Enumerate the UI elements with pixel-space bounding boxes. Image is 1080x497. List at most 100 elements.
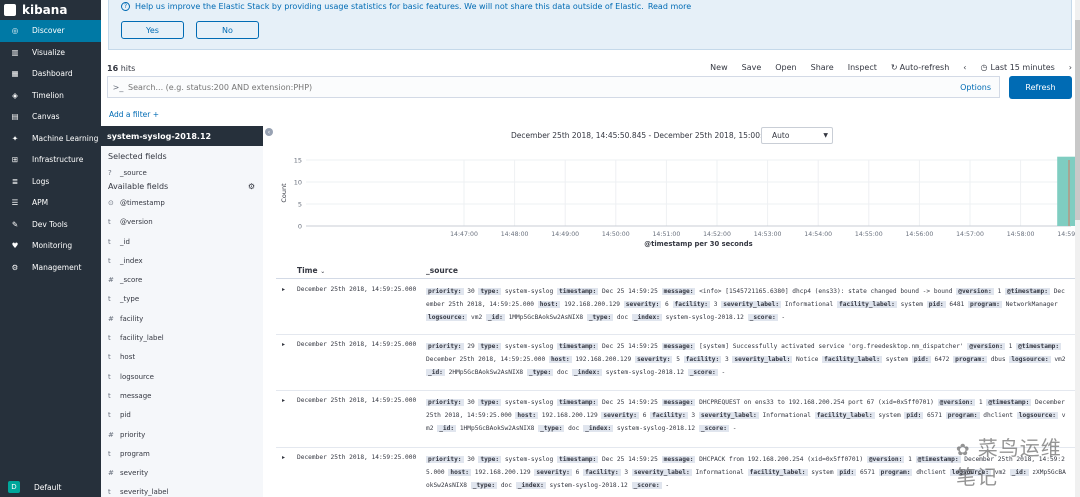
interval-select[interactable]: Auto ▼ (761, 127, 833, 144)
source-field-key: pid: (904, 411, 924, 419)
source-field-key: _type: (586, 313, 614, 321)
sort-icon: ⌄ (320, 268, 326, 275)
field-item-version[interactable]: t @version (101, 213, 263, 232)
source-field-value: doc (500, 481, 512, 489)
field-item-pid[interactable]: t pid (101, 406, 263, 425)
expand-row-icon[interactable]: ▸ (282, 286, 285, 293)
source-field-value: 1 (1008, 343, 1013, 350)
x-tick-label: 14:57:00 (956, 231, 984, 238)
sidebar-item-management[interactable]: ⚙ Management (0, 257, 101, 279)
x-tick-label: 14:56:00 (906, 231, 934, 238)
sidebar-item-dev-tools[interactable]: ✎ Dev Tools (0, 214, 101, 236)
field-item-host[interactable]: t host (101, 348, 263, 367)
collapse-sidebar-icon[interactable]: ‹ (265, 128, 273, 136)
source-field-key: priority: (426, 288, 464, 295)
sidebar-item-apm[interactable]: ☰ APM (0, 192, 101, 214)
add-filter-button[interactable]: Add a filter + (109, 110, 159, 119)
source-field-value: Dec 25 14:59:25 (602, 456, 658, 463)
table-row[interactable]: ▸ December 25th 2018, 14:59:25.000 priorit… (276, 280, 1076, 335)
time-column-header[interactable]: Time ⌄ (297, 266, 325, 275)
source-field-key: program: (968, 300, 1002, 308)
field-name: priority (120, 430, 146, 439)
field-item-severity[interactable]: # severity (101, 463, 263, 482)
telemetry-yes-button[interactable]: Yes (121, 21, 184, 39)
sidebar-item-label: APM (32, 198, 49, 208)
field-item-timestamp[interactable]: ⊙ @timestamp (101, 193, 263, 212)
sidebar-item-discover[interactable]: ◎ Discover (0, 20, 101, 42)
source-field-key: facility_label: (837, 300, 897, 308)
auto-refresh-button[interactable]: ↻ Auto-refresh (891, 63, 949, 72)
field-item-score[interactable]: # _score (101, 270, 263, 289)
sidebar-item-canvas[interactable]: ▤ Canvas (0, 106, 101, 128)
source-field-value: Dec 25 14:59:25 (602, 343, 658, 350)
sidebar: kibana ◎ Discover ▥ Visualize ▦ Dashboard ◈ Tim… (0, 0, 101, 497)
save-button[interactable]: Save (742, 63, 762, 72)
field-name: facility (120, 314, 144, 323)
chevron-left-icon[interactable]: ‹ (963, 63, 966, 72)
field-item-logsource[interactable]: t logsource (101, 367, 263, 386)
bar-chart-icon: ▥ (11, 47, 19, 57)
read-more-link[interactable]: Read more (648, 2, 691, 11)
field-item-priority[interactable]: # priority (101, 425, 263, 444)
source-field-key: type: (478, 399, 502, 406)
page-scrollbar[interactable] (1075, 0, 1080, 497)
field-item-facilitylabel[interactable]: t facility_label (101, 328, 263, 347)
space-selector[interactable]: D Default (0, 481, 101, 493)
canvas-icon: ▤ (11, 112, 19, 122)
source-field-key: facility: (650, 411, 688, 419)
compass-icon: ◎ (11, 26, 19, 36)
scrollbar-thumb[interactable] (1075, 20, 1080, 220)
field-type-icon: t (108, 488, 111, 497)
sidebar-item-infrastructure[interactable]: ⊞ Infrastructure (0, 149, 101, 171)
sidebar-item-timelion[interactable]: ◈ Timelion (0, 85, 101, 107)
field-item-facility[interactable]: # facility (101, 309, 263, 328)
field-item-source[interactable]: ? _source (101, 163, 263, 182)
field-item-message[interactable]: t message (101, 386, 263, 405)
source-field-value: - (665, 481, 670, 489)
source-field-key: @version: (967, 343, 1005, 350)
row-time: December 25th 2018, 14:59:25.000 (297, 454, 417, 461)
source-field-value: doc (568, 424, 580, 432)
field-name: message (120, 391, 152, 400)
sidebar-item-label: Dev Tools (32, 219, 68, 229)
search-input[interactable] (128, 82, 961, 92)
field-type-icon: ⊙ (108, 198, 114, 207)
field-item-id[interactable]: t _id (101, 232, 263, 251)
field-item-type[interactable]: t _type (101, 290, 263, 309)
gear-icon[interactable]: ⚙ (248, 182, 255, 191)
refresh-button[interactable]: Refresh (1009, 76, 1072, 99)
source-field-key: type: (478, 288, 502, 295)
chevron-right-icon[interactable]: › (1069, 63, 1072, 72)
sidebar-item-dashboard[interactable]: ▦ Dashboard (0, 63, 101, 85)
expand-row-icon[interactable]: ▸ (282, 397, 285, 404)
source-field-key: _index: (583, 424, 614, 432)
new-button[interactable]: New (710, 63, 727, 72)
kibana-logo[interactable]: kibana (0, 0, 101, 20)
expand-row-icon[interactable]: ▸ (282, 341, 285, 348)
field-item-program[interactable]: t program (101, 444, 263, 463)
source-field-key: host: (515, 411, 539, 419)
options-button[interactable]: Options (960, 83, 991, 92)
source-field-value: 1HMp5GcBAokSw2AsNIX8 (459, 424, 535, 432)
source-field-key: @version: (937, 399, 976, 406)
inspect-button[interactable]: Inspect (848, 63, 877, 72)
sidebar-item-visualize[interactable]: ▥ Visualize (0, 42, 101, 64)
field-name: @timestamp (120, 198, 165, 207)
telemetry-no-button[interactable]: No (196, 21, 259, 39)
expand-row-icon[interactable]: ▸ (282, 454, 285, 461)
field-item-index[interactable]: t _index (101, 251, 263, 270)
time-range-picker[interactable]: ◷ Last 15 minutes (981, 63, 1055, 72)
share-button[interactable]: Share (811, 63, 834, 72)
source-field-value: dhclient (983, 411, 1014, 419)
row-source: priority: 30 type: system-syslog timesta… (426, 397, 1066, 435)
source-field-key: facility_label: (747, 468, 808, 476)
index-pattern-selector[interactable]: system-syslog-2018.12 (101, 126, 263, 146)
table-row[interactable]: ▸ December 25th 2018, 14:59:25.000 priorit… (276, 335, 1076, 391)
query-prompt-icon: >_ (112, 82, 124, 92)
sidebar-item-logs[interactable]: ≣ Logs (0, 171, 101, 193)
field-item-severitylabel[interactable]: t severity_label (101, 483, 263, 497)
sidebar-item-machine-learning[interactable]: ✦ Machine Learning (0, 128, 101, 150)
open-button[interactable]: Open (775, 63, 796, 72)
sidebar-item-monitoring[interactable]: ♥ Monitoring (0, 235, 101, 257)
source-field-key: logsource: (426, 313, 468, 321)
